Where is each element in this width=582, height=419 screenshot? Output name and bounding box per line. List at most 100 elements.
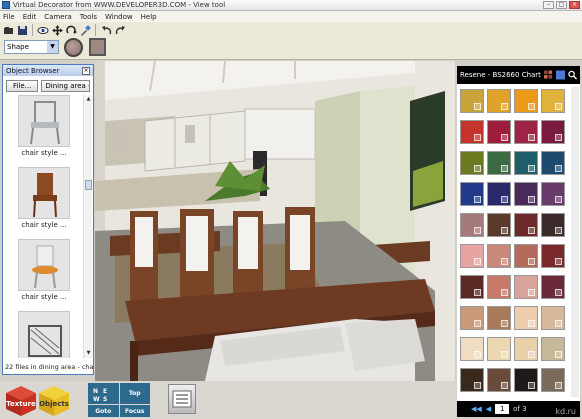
objects-button[interactable]: Objects (38, 385, 70, 417)
focus-button[interactable]: Focus (119, 405, 150, 417)
texture-button[interactable]: Texture (5, 385, 37, 417)
color-swatch[interactable] (460, 120, 484, 144)
color-swatch[interactable] (487, 120, 511, 144)
color-swatch[interactable] (514, 120, 538, 144)
color-swatch[interactable] (514, 368, 538, 392)
page-number-field[interactable]: 1 (495, 404, 510, 414)
scroll-up-icon[interactable]: ▲ (85, 96, 92, 103)
compass-icon[interactable]: NEWS (88, 383, 119, 404)
object-list-scrollbar[interactable]: ▲ ▼ (83, 95, 92, 358)
eyedropper-icon[interactable] (79, 24, 91, 36)
color-swatch[interactable] (487, 151, 511, 175)
menu-window[interactable]: Window (105, 13, 133, 21)
svg-text:W: W (93, 396, 100, 402)
color-swatch[interactable] (487, 89, 511, 113)
maximize-button[interactable]: □ (556, 1, 567, 9)
color-swatch[interactable] (487, 337, 511, 361)
object-browser-status: 22 files in dining area - cha (5, 363, 93, 371)
scroll-thumb[interactable] (85, 180, 92, 190)
menu-file[interactable]: File (3, 13, 15, 21)
chevron-down-icon: ▼ (47, 41, 58, 53)
color-swatch[interactable] (460, 306, 484, 330)
color-swatch[interactable] (514, 337, 538, 361)
3d-viewport[interactable] (95, 61, 455, 381)
menu-tools[interactable]: Tools (80, 13, 97, 21)
color-chart-panel: Resene - BS2660 Chart ◀◀ ◀ 1 of 3 (457, 66, 580, 417)
color-swatch[interactable] (541, 182, 565, 206)
scroll-down-icon[interactable]: ▼ (85, 350, 92, 357)
color-swatch[interactable] (541, 306, 565, 330)
color-swatch[interactable] (460, 89, 484, 113)
color-swatch[interactable] (514, 182, 538, 206)
color-swatch[interactable] (541, 337, 565, 361)
close-icon[interactable]: × (82, 66, 90, 75)
redo-icon[interactable] (114, 24, 126, 36)
object-browser-panel: Object Browser × File... Dining area - c… (2, 64, 94, 375)
color-swatch[interactable] (460, 337, 484, 361)
grid-view-icon[interactable] (543, 70, 553, 80)
color-swatch[interactable] (514, 89, 538, 113)
close-button[interactable]: × (569, 1, 580, 9)
color-swatch[interactable] (541, 151, 565, 175)
first-page-icon[interactable]: ◀◀ (471, 405, 482, 413)
move-icon[interactable] (51, 24, 63, 36)
color-swatch[interactable] (487, 368, 511, 392)
menu-camera[interactable]: Camera (44, 13, 71, 21)
menu-help[interactable]: Help (141, 13, 157, 21)
eye-icon[interactable] (37, 24, 49, 36)
color-swatch[interactable] (487, 275, 511, 299)
top-view-button[interactable]: Top (119, 383, 150, 404)
color-swatch[interactable] (460, 275, 484, 299)
prev-page-icon[interactable]: ◀ (486, 405, 491, 413)
list-view-icon[interactable] (168, 384, 196, 414)
list-item[interactable]: chair style ... (5, 95, 83, 167)
color-swatch[interactable] (514, 213, 538, 237)
toolbar: Shape ▼ (0, 22, 582, 60)
menu-edit[interactable]: Edit (23, 13, 37, 21)
open-icon[interactable] (2, 24, 14, 36)
save-icon[interactable] (16, 24, 28, 36)
color-swatch[interactable] (460, 244, 484, 268)
shape-select[interactable]: Shape ▼ (4, 40, 59, 54)
svg-text:S: S (103, 396, 107, 402)
current-color-square[interactable] (89, 38, 106, 56)
goto-button[interactable]: Goto (88, 405, 119, 417)
current-color-circle[interactable] (64, 38, 83, 57)
minimize-button[interactable]: – (543, 1, 554, 9)
color-swatch[interactable] (541, 89, 565, 113)
color-swatch[interactable] (487, 244, 511, 268)
file-button[interactable]: File... (6, 80, 39, 92)
color-swatch[interactable] (460, 182, 484, 206)
search-icon[interactable] (568, 70, 577, 80)
undo-icon[interactable] (100, 24, 112, 36)
list-item[interactable]: chair style ... (5, 167, 83, 239)
rotate-icon[interactable] (65, 24, 77, 36)
color-swatch[interactable] (514, 151, 538, 175)
group-select-button[interactable]: Dining area - c (41, 80, 90, 92)
color-swatch[interactable] (487, 213, 511, 237)
app-icon (2, 1, 10, 9)
list-item[interactable]: chair style ... (5, 239, 83, 311)
color-swatch[interactable] (460, 151, 484, 175)
color-swatch-grid (460, 89, 565, 392)
color-swatch[interactable] (541, 368, 565, 392)
color-swatch[interactable] (487, 306, 511, 330)
object-browser-tools: File... Dining area - c (3, 76, 93, 96)
color-swatch[interactable] (541, 244, 565, 268)
color-swatch[interactable] (487, 182, 511, 206)
color-swatch[interactable] (460, 368, 484, 392)
color-swatch[interactable] (541, 213, 565, 237)
color-chart-scrollbar[interactable] (571, 87, 579, 397)
list-item[interactable] (5, 311, 83, 358)
svg-text:E: E (103, 388, 107, 395)
swatch-view-icon[interactable] (555, 70, 565, 80)
color-swatch[interactable] (514, 306, 538, 330)
color-swatch[interactable] (514, 244, 538, 268)
toolbar-row (2, 23, 126, 37)
color-swatch[interactable] (514, 275, 538, 299)
room-render (95, 61, 455, 381)
color-swatch[interactable] (541, 275, 565, 299)
color-swatch[interactable] (460, 213, 484, 237)
color-swatch[interactable] (541, 120, 565, 144)
object-label: chair style ... (21, 293, 67, 301)
